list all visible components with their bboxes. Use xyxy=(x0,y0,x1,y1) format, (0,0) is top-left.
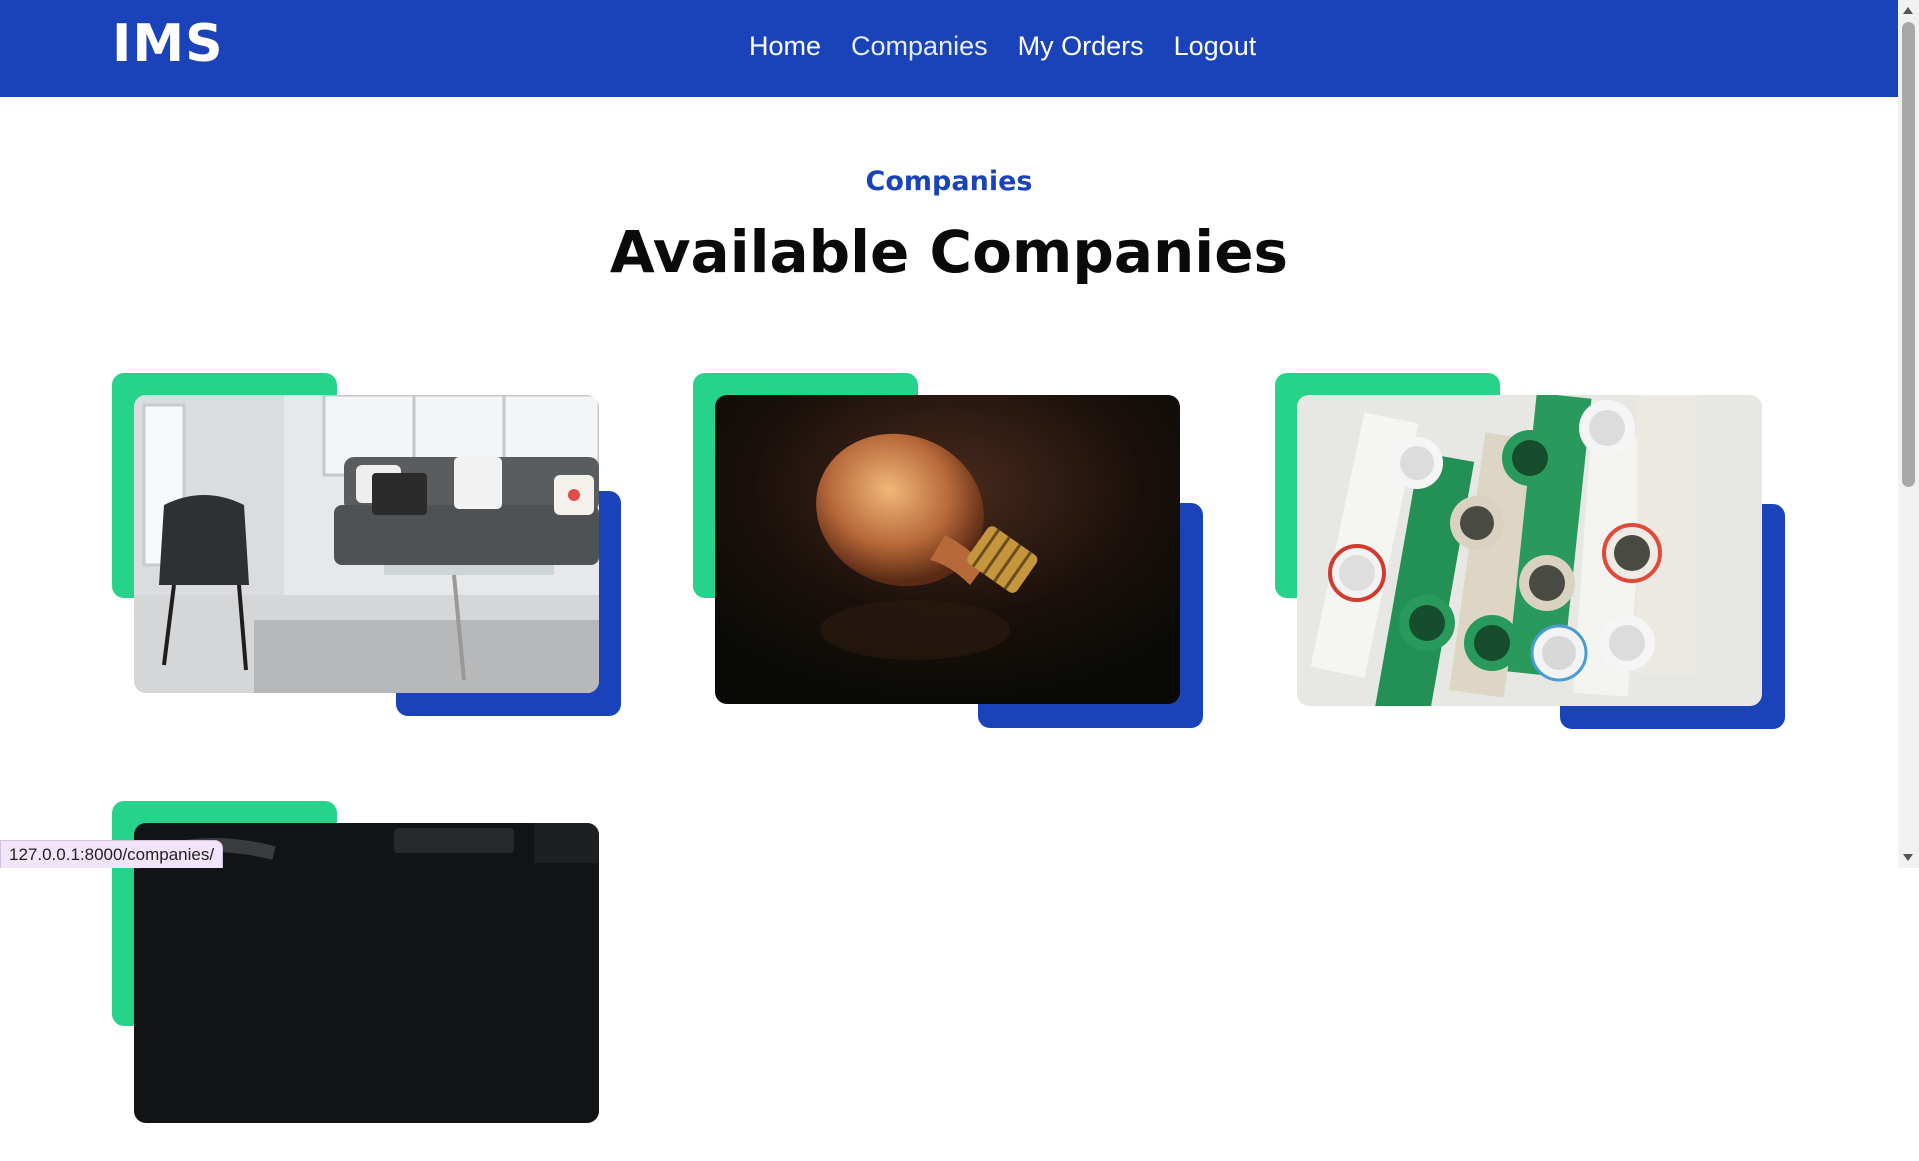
page-scrollbar[interactable] xyxy=(1898,0,1919,868)
page-title: Available Companies xyxy=(609,218,1289,286)
nav-link-companies[interactable]: Companies xyxy=(851,26,988,66)
nav-link-logout[interactable]: Logout xyxy=(1174,26,1257,66)
nav-link-my-orders[interactable]: My Orders xyxy=(1018,26,1144,66)
status-bar-url: 127.0.0.1:8000/companies/ xyxy=(0,840,224,868)
light-bulb-photo[interactable] xyxy=(715,395,1180,704)
car-interior-photo[interactable] xyxy=(134,823,599,1123)
living-room-furniture-photo[interactable] xyxy=(134,395,599,693)
scroll-down-arrow-icon[interactable] xyxy=(1903,854,1913,861)
company-card[interactable] xyxy=(693,373,1203,733)
company-card[interactable] xyxy=(112,373,622,733)
top-navbar: IMS Home Companies My Orders Logout xyxy=(0,0,1898,97)
nav-links: Home Companies My Orders Logout xyxy=(749,26,1286,66)
company-card[interactable] xyxy=(1275,373,1785,733)
scrollbar-thumb[interactable] xyxy=(1902,22,1915,487)
nav-link-home[interactable]: Home xyxy=(749,26,821,66)
section-tag: Companies xyxy=(865,166,1033,197)
pipes-photo[interactable] xyxy=(1297,395,1762,706)
scroll-up-arrow-icon[interactable] xyxy=(1903,7,1913,14)
brand-logo[interactable]: IMS xyxy=(112,14,224,74)
